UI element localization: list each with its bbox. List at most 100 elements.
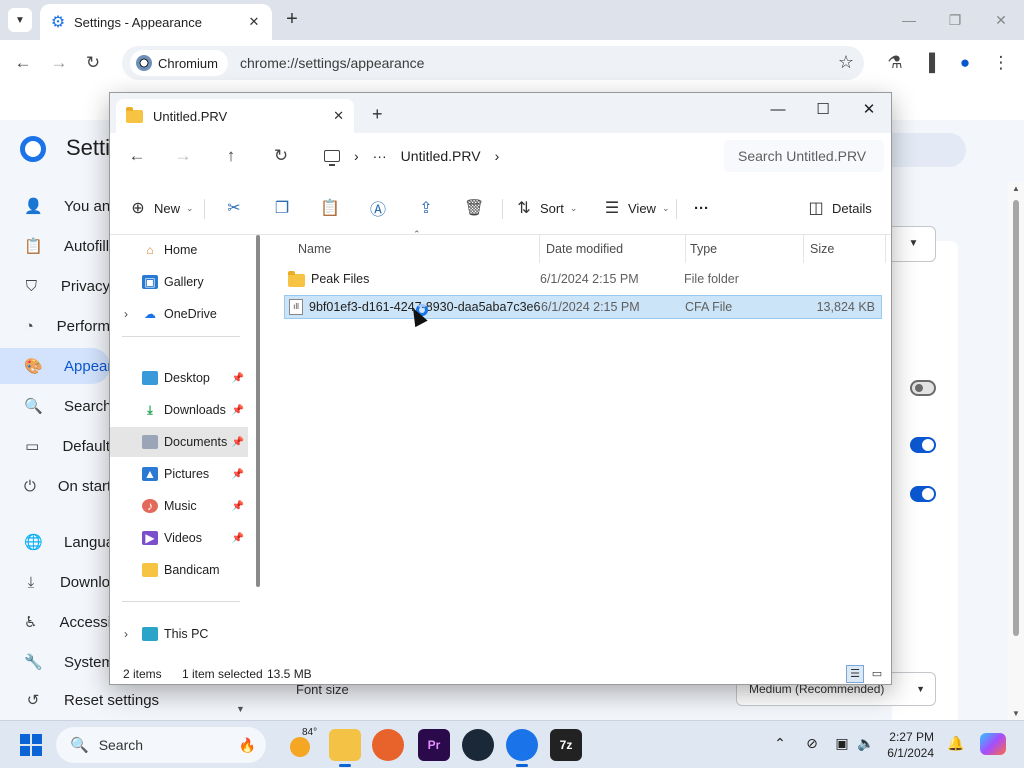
settings-nav-system[interactable]: 🔧 System: [0, 644, 114, 680]
nav-this-pc[interactable]: › This PC: [110, 619, 248, 649]
settings-nav-on-startup[interactable]: ⏻ On start: [0, 468, 111, 504]
explorer-search-input[interactable]: Search Untitled.PRV: [724, 140, 884, 172]
view-button[interactable]: ☰ View ⌄: [602, 197, 670, 219]
taskbar-search[interactable]: 🔍 Search 🔥: [56, 727, 266, 763]
back-arrow-icon[interactable]: ←: [126, 145, 148, 167]
file-row[interactable]: ıll 9bf01ef3-d161-4247-8930-daa5aba7c3e6.…: [284, 295, 882, 319]
pin-icon[interactable]: 📌: [232, 437, 244, 448]
tiles-view-icon[interactable]: ▭: [868, 665, 886, 683]
explorer-close-button[interactable]: ✕: [854, 99, 884, 121]
page-scrollbar[interactable]: ▲ ▼: [1008, 182, 1024, 720]
column-header-type[interactable]: Type: [686, 235, 804, 263]
explorer-new-tab-button[interactable]: +: [372, 105, 383, 123]
nav-home[interactable]: ⌂ Home: [110, 235, 248, 265]
pin-icon[interactable]: 📌: [232, 533, 244, 544]
explorer-maximize-button[interactable]: ☐: [808, 99, 838, 121]
column-header-size[interactable]: Size: [806, 235, 886, 263]
taskbar-clock[interactable]: 2:27 PM 6/1/2024: [862, 729, 934, 761]
nav-scroll-down-icon[interactable]: ▼: [236, 704, 245, 714]
start-windows-icon[interactable]: [20, 734, 42, 756]
settings-nav-default-browser[interactable]: ▭ Default: [0, 428, 110, 464]
profile-avatar-icon[interactable]: ●: [952, 50, 978, 76]
settings-nav-search-engine[interactable]: 🔍 Search: [0, 388, 112, 424]
address-bar[interactable]: Chromium chrome://settings/appearance ☆: [122, 46, 864, 80]
nav-pictures[interactable]: ▲ Pictures 📌: [110, 459, 248, 489]
explorer-tab[interactable]: Untitled.PRV ✕: [116, 99, 354, 133]
browser-minimize-button[interactable]: —: [894, 8, 924, 32]
back-arrow-icon[interactable]: ←: [10, 50, 36, 76]
settings-nav-privacy[interactable]: ⛉ Privacy: [0, 268, 110, 304]
rename-button[interactable]: Ⓐ: [368, 197, 388, 219]
settings-nav-reset[interactable]: ↺ Reset settings: [0, 684, 260, 716]
pin-icon[interactable]: 📌: [232, 501, 244, 512]
settings-nav-languages[interactable]: 🌐 Langua: [0, 524, 114, 560]
weather-widget[interactable]: 84°: [290, 727, 317, 757]
copy-button[interactable]: ❐: [272, 197, 292, 219]
refresh-icon[interactable]: ↻: [270, 145, 292, 167]
browser-close-button[interactable]: ✕: [986, 8, 1016, 32]
settings-search-input[interactable]: [880, 133, 966, 167]
nav-gallery[interactable]: ▣ Gallery: [110, 267, 248, 297]
toggle-off[interactable]: [910, 380, 936, 396]
more-options-button[interactable]: ···: [694, 197, 709, 219]
sort-button[interactable]: ⇅ Sort ⌄: [514, 197, 577, 219]
nav-bandicam[interactable]: Bandicam: [110, 555, 248, 585]
chevron-right-icon[interactable]: ›: [110, 307, 142, 321]
bell-icon[interactable]: 🔔: [946, 735, 966, 752]
settings-nav-performance[interactable]: ◔ Perform: [0, 308, 110, 344]
close-icon[interactable]: ✕: [333, 108, 344, 124]
chromium-taskbar-icon[interactable]: [506, 729, 538, 767]
pin-icon[interactable]: 📌: [232, 469, 244, 480]
new-tab-button[interactable]: +: [282, 8, 302, 32]
chevron-right-icon[interactable]: ›: [354, 148, 359, 164]
nav-documents[interactable]: Documents 📌: [110, 427, 248, 457]
browser-tab-settings[interactable]: ⚙ Settings - Appearance ✕: [40, 4, 272, 40]
breadcrumb-folder[interactable]: Untitled.PRV: [401, 148, 481, 164]
browser-restore-button[interactable]: ❐: [940, 8, 970, 32]
forward-arrow-icon[interactable]: →: [46, 50, 72, 76]
settings-nav-you-and-google[interactable]: 👤 You and: [0, 188, 119, 224]
up-arrow-icon[interactable]: ↑: [220, 145, 242, 167]
nav-desktop[interactable]: Desktop 📌: [110, 363, 248, 393]
scroll-down-icon[interactable]: ▼: [1012, 709, 1020, 718]
chevron-right-icon[interactable]: ›: [495, 148, 500, 164]
settings-nav-appearance[interactable]: 🎨 Appeara: [0, 348, 121, 384]
explorer-minimize-button[interactable]: —: [763, 99, 793, 121]
url-text[interactable]: chrome://settings/appearance: [240, 55, 424, 71]
pin-icon[interactable]: 📌: [232, 405, 244, 416]
file-row[interactable]: Peak Files 6/1/2024 2:15 PM File folder: [284, 267, 882, 291]
paste-button[interactable]: 📋: [320, 197, 340, 219]
tab-search-button[interactable]: ▼: [8, 8, 32, 32]
theme-dropdown[interactable]: ▼: [892, 226, 936, 262]
nav-music[interactable]: ♪ Music 📌: [110, 491, 248, 521]
7zip-taskbar-icon[interactable]: 7z: [550, 729, 582, 761]
toggle-on[interactable]: [910, 437, 936, 453]
scroll-up-icon[interactable]: ▲: [1012, 184, 1020, 193]
copilot-icon[interactable]: [980, 733, 1006, 755]
nav-videos[interactable]: ▶ Videos 📌: [110, 523, 248, 553]
site-info-chip[interactable]: Chromium: [130, 50, 228, 76]
settings-nav-autofill[interactable]: 📋 Autofill: [0, 228, 110, 264]
toggle-on[interactable]: [910, 486, 936, 502]
share-button[interactable]: ⇪: [416, 197, 436, 219]
breadcrumb[interactable]: › ··· Untitled.PRV ›: [310, 140, 710, 172]
bookmark-star-icon[interactable]: ☆: [838, 52, 854, 73]
nav-pane-scrollbar[interactable]: [256, 235, 260, 587]
cut-button[interactable]: ✂: [224, 197, 244, 219]
steam-taskbar-icon[interactable]: [462, 729, 494, 761]
labs-flask-icon[interactable]: ⚗: [882, 50, 908, 76]
settings-nav-accessibility[interactable]: ♿ Accessi: [0, 604, 111, 640]
delete-button[interactable]: 🗑: [464, 197, 484, 219]
nav-downloads[interactable]: ⤓ Downloads 📌: [110, 395, 248, 425]
chevron-up-icon[interactable]: ⌃: [770, 735, 790, 752]
chevron-right-icon[interactable]: ›: [110, 627, 142, 641]
breadcrumb-ellipsis[interactable]: ···: [373, 148, 387, 164]
close-icon[interactable]: ✕: [246, 14, 262, 30]
nav-onedrive[interactable]: › ☁ OneDrive: [110, 299, 248, 329]
network-off-icon[interactable]: ⊘: [802, 735, 822, 752]
file-explorer-taskbar-icon[interactable]: [329, 729, 361, 767]
forward-arrow-icon[interactable]: →: [172, 145, 194, 167]
monitor-icon[interactable]: [324, 150, 340, 166]
scrollbar-thumb[interactable]: [1013, 200, 1019, 636]
firefox-taskbar-icon[interactable]: [372, 729, 404, 761]
